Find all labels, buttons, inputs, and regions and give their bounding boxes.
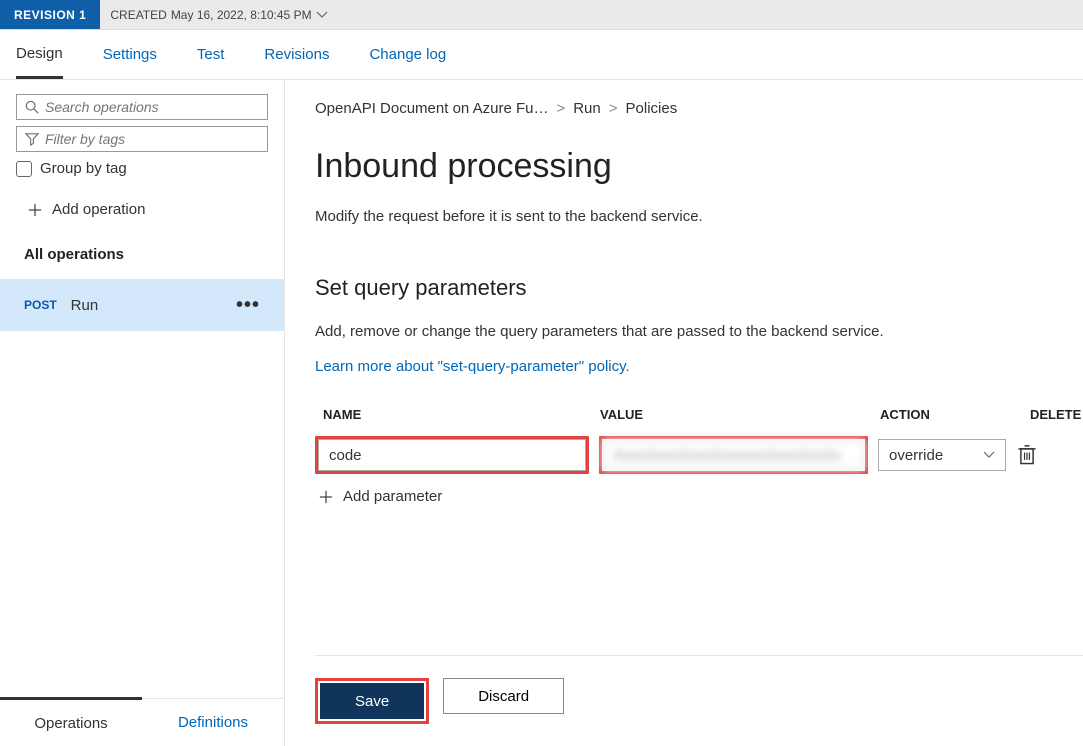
- group-by-tag-label: Group by tag: [40, 160, 127, 177]
- revision-created-label: CREATED: [110, 8, 166, 22]
- tab-design[interactable]: Design: [16, 31, 63, 79]
- left-panel: Group by tag Add operation All operation…: [0, 80, 285, 746]
- operation-name: Run: [71, 297, 99, 314]
- tab-test[interactable]: Test: [197, 32, 225, 77]
- param-action-value: override: [889, 447, 943, 464]
- tab-changelog[interactable]: Change log: [369, 32, 446, 77]
- group-by-tag[interactable]: Group by tag: [16, 160, 268, 177]
- crumb-sep: >: [556, 100, 565, 117]
- section-description: Add, remove or change the query paramete…: [315, 323, 1083, 340]
- page-title: Inbound processing: [315, 147, 1083, 186]
- plus-icon: [28, 203, 42, 217]
- col-action: ACTION: [880, 407, 1030, 422]
- section-title: Set query parameters: [315, 275, 1083, 301]
- plus-icon: [319, 490, 333, 504]
- operation-item-run[interactable]: POST Run •••: [0, 279, 284, 331]
- crumb-policies: Policies: [626, 100, 678, 117]
- right-panel: OpenAPI Document on Azure Fu… > Run > Po…: [285, 80, 1083, 746]
- param-name-input[interactable]: [318, 439, 586, 471]
- discard-button[interactable]: Discard: [443, 678, 564, 714]
- filter-icon: [25, 132, 39, 146]
- button-bar: Save Discard: [315, 655, 1083, 746]
- param-action-select[interactable]: override: [878, 439, 1006, 471]
- param-row: override: [315, 436, 1083, 474]
- param-value-input[interactable]: [602, 439, 865, 471]
- delete-icon[interactable]: [1016, 444, 1038, 466]
- left-bottom-tabs: Operations Definitions: [0, 698, 284, 746]
- operation-method: POST: [24, 298, 57, 312]
- crumb-api[interactable]: OpenAPI Document on Azure Fu…: [315, 100, 548, 117]
- crumb-operation[interactable]: Run: [573, 100, 601, 117]
- add-operation-label: Add operation: [52, 201, 145, 218]
- crumb-sep: >: [609, 100, 618, 117]
- group-by-tag-checkbox[interactable]: [16, 161, 32, 177]
- save-button[interactable]: Save: [320, 683, 424, 719]
- col-delete: DELETE: [1030, 407, 1083, 422]
- params-table-header: NAME VALUE ACTION DELETE: [315, 401, 1083, 436]
- learn-more-link[interactable]: Learn more about "set-query-parameter" p…: [315, 358, 1083, 375]
- operation-more-icon[interactable]: •••: [236, 294, 260, 317]
- add-operation-button[interactable]: Add operation: [0, 187, 284, 232]
- search-operations-input[interactable]: [45, 99, 259, 115]
- left-tab-definitions[interactable]: Definitions: [142, 699, 284, 746]
- add-parameter-label: Add parameter: [343, 488, 442, 505]
- breadcrumb: OpenAPI Document on Azure Fu… > Run > Po…: [315, 100, 1083, 117]
- tab-revisions[interactable]: Revisions: [264, 32, 329, 77]
- revision-dropdown[interactable]: CREATED May 16, 2022, 8:10:45 PM: [110, 8, 327, 22]
- page-subtitle: Modify the request before it is sent to …: [315, 208, 1083, 225]
- col-name: NAME: [315, 407, 600, 422]
- col-value: VALUE: [600, 407, 880, 422]
- search-icon: [25, 100, 39, 114]
- chevron-down-icon: [983, 451, 995, 459]
- filter-tags-input[interactable]: [45, 131, 259, 147]
- all-operations-header[interactable]: All operations: [0, 232, 284, 279]
- add-parameter-button[interactable]: Add parameter: [315, 488, 1083, 505]
- search-operations-box[interactable]: [16, 94, 268, 120]
- left-tab-operations[interactable]: Operations: [0, 697, 142, 746]
- revision-created-time: May 16, 2022, 8:10:45 PM: [171, 8, 312, 22]
- top-tabs: Design Settings Test Revisions Change lo…: [0, 30, 1083, 80]
- tab-settings[interactable]: Settings: [103, 32, 157, 77]
- chevron-down-icon: [316, 11, 328, 19]
- revision-bar: REVISION 1 CREATED May 16, 2022, 8:10:45…: [0, 0, 1083, 30]
- filter-tags-box[interactable]: [16, 126, 268, 152]
- revision-badge: REVISION 1: [0, 0, 100, 29]
